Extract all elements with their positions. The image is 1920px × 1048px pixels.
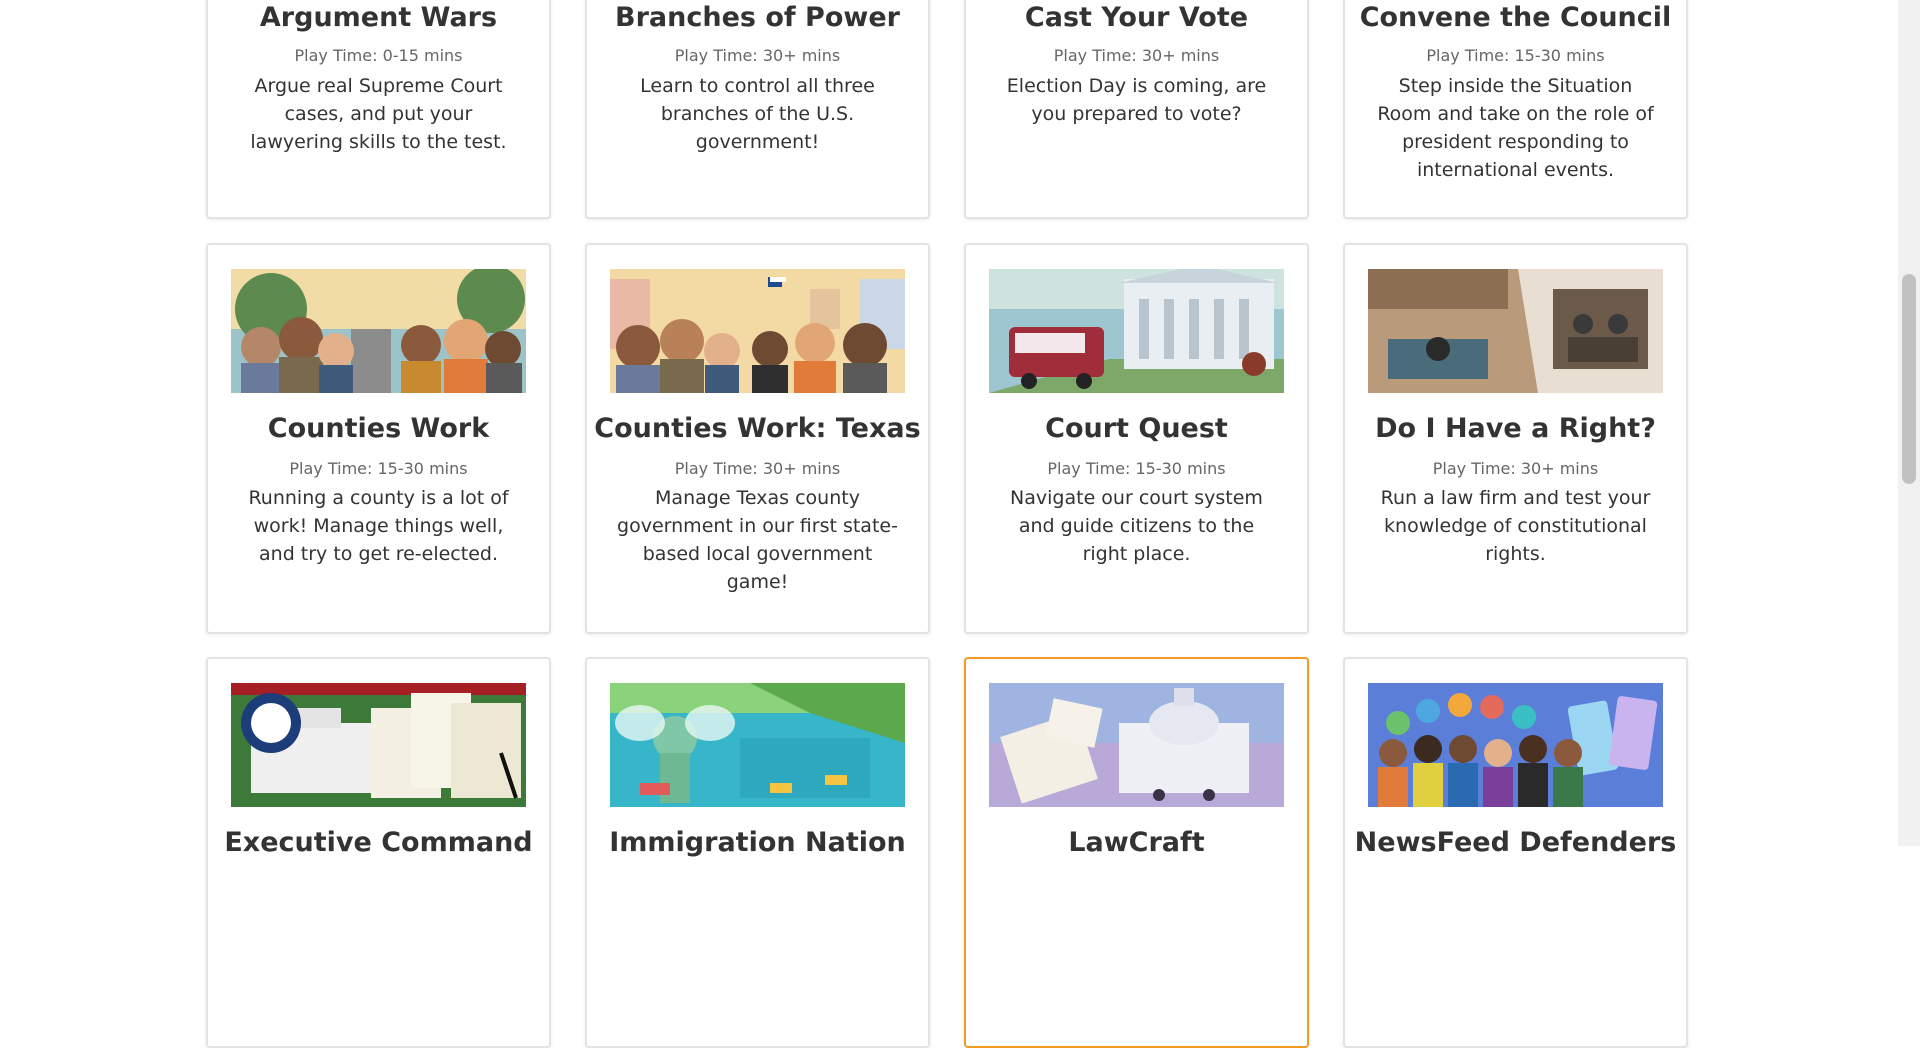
- game-title[interactable]: LawCraft: [966, 826, 1307, 860]
- play-time: Play Time: 15-30 mins: [1047, 459, 1226, 478]
- game-title[interactable]: Convene the Council: [1345, 1, 1686, 35]
- executive-command-game-art[interactable]: [231, 683, 526, 807]
- immigration-nation-game-art[interactable]: [610, 683, 905, 807]
- play-time: Play Time: 15-30 mins: [289, 459, 468, 478]
- game-card-counties-work-texas[interactable]: Counties Work: Texas Play Time: 30+ mins…: [585, 243, 930, 634]
- game-title[interactable]: Court Quest: [966, 412, 1307, 446]
- play-time: Play Time: 30+ mins: [1053, 46, 1220, 65]
- game-card-convene-the-council[interactable]: Convene the Council Play Time: 15-30 min…: [1343, 0, 1688, 219]
- games-grid: Argument Wars Play Time: 0-15 mins Argue…: [0, 0, 1898, 1048]
- game-description: Learn to control all three branches of t…: [640, 75, 875, 153]
- game-card-newsfeed-defenders[interactable]: NewsFeed Defenders: [1343, 657, 1688, 1048]
- game-card-cast-your-vote[interactable]: Cast Your Vote Play Time: 30+ mins Elect…: [964, 0, 1309, 219]
- game-card-executive-command[interactable]: Executive Command: [206, 657, 551, 1048]
- court-quest-game-art[interactable]: [989, 269, 1284, 393]
- game-title[interactable]: Do I Have a Right?: [1345, 412, 1686, 446]
- game-title[interactable]: Cast Your Vote: [966, 1, 1307, 35]
- play-time: Play Time: 15-30 mins: [1426, 46, 1605, 65]
- game-title[interactable]: Branches of Power: [587, 1, 928, 35]
- game-description: Run a law firm and test your knowledge o…: [1380, 487, 1651, 565]
- newsfeed-defenders-game-art[interactable]: [1368, 683, 1663, 807]
- game-card-court-quest[interactable]: Court Quest Play Time: 15-30 mins Naviga…: [964, 243, 1309, 634]
- game-card-branches-of-power[interactable]: Branches of Power Play Time: 30+ mins Le…: [585, 0, 930, 219]
- do-i-have-a-right-game-art[interactable]: [1368, 269, 1663, 393]
- play-time: Play Time: 30+ mins: [674, 46, 841, 65]
- game-card-do-i-have-a-right[interactable]: Do I Have a Right? Play Time: 30+ mins R…: [1343, 243, 1688, 634]
- game-title[interactable]: Counties Work: [208, 412, 549, 446]
- scrollbar-thumb[interactable]: [1902, 274, 1916, 484]
- game-card-argument-wars[interactable]: Argument Wars Play Time: 0-15 mins Argue…: [206, 0, 551, 219]
- counties-work-texas-game-art[interactable]: [610, 269, 905, 393]
- lawcraft-game-art[interactable]: [989, 683, 1284, 807]
- vertical-scrollbar[interactable]: [1898, 0, 1920, 846]
- play-time: Play Time: 0-15 mins: [294, 46, 463, 65]
- game-title[interactable]: Argument Wars: [208, 1, 549, 35]
- game-title[interactable]: Executive Command: [208, 826, 549, 860]
- game-title[interactable]: Immigration Nation: [587, 826, 928, 860]
- game-card-lawcraft[interactable]: LawCraft: [964, 657, 1309, 1048]
- counties-work-game-art[interactable]: [231, 269, 526, 393]
- game-title[interactable]: NewsFeed Defenders: [1345, 826, 1686, 860]
- game-card-immigration-nation[interactable]: Immigration Nation: [585, 657, 930, 1048]
- play-time: Play Time: 30+ mins: [1432, 459, 1599, 478]
- game-title[interactable]: Counties Work: Texas: [587, 412, 928, 446]
- play-time: Play Time: 30+ mins: [674, 459, 841, 478]
- game-description: Manage Texas county government in our fi…: [617, 487, 898, 593]
- game-description: Argue real Supreme Court cases, and put …: [250, 75, 507, 153]
- game-description: Navigate our court system and guide citi…: [1010, 487, 1263, 565]
- game-description: Running a county is a lot of work! Manag…: [248, 487, 509, 565]
- game-description: Election Day is coming, are you prepared…: [1006, 75, 1267, 125]
- game-description: Step inside the Situation Room and take …: [1377, 75, 1654, 181]
- game-card-counties-work[interactable]: Counties Work Play Time: 15-30 mins Runn…: [206, 243, 551, 634]
